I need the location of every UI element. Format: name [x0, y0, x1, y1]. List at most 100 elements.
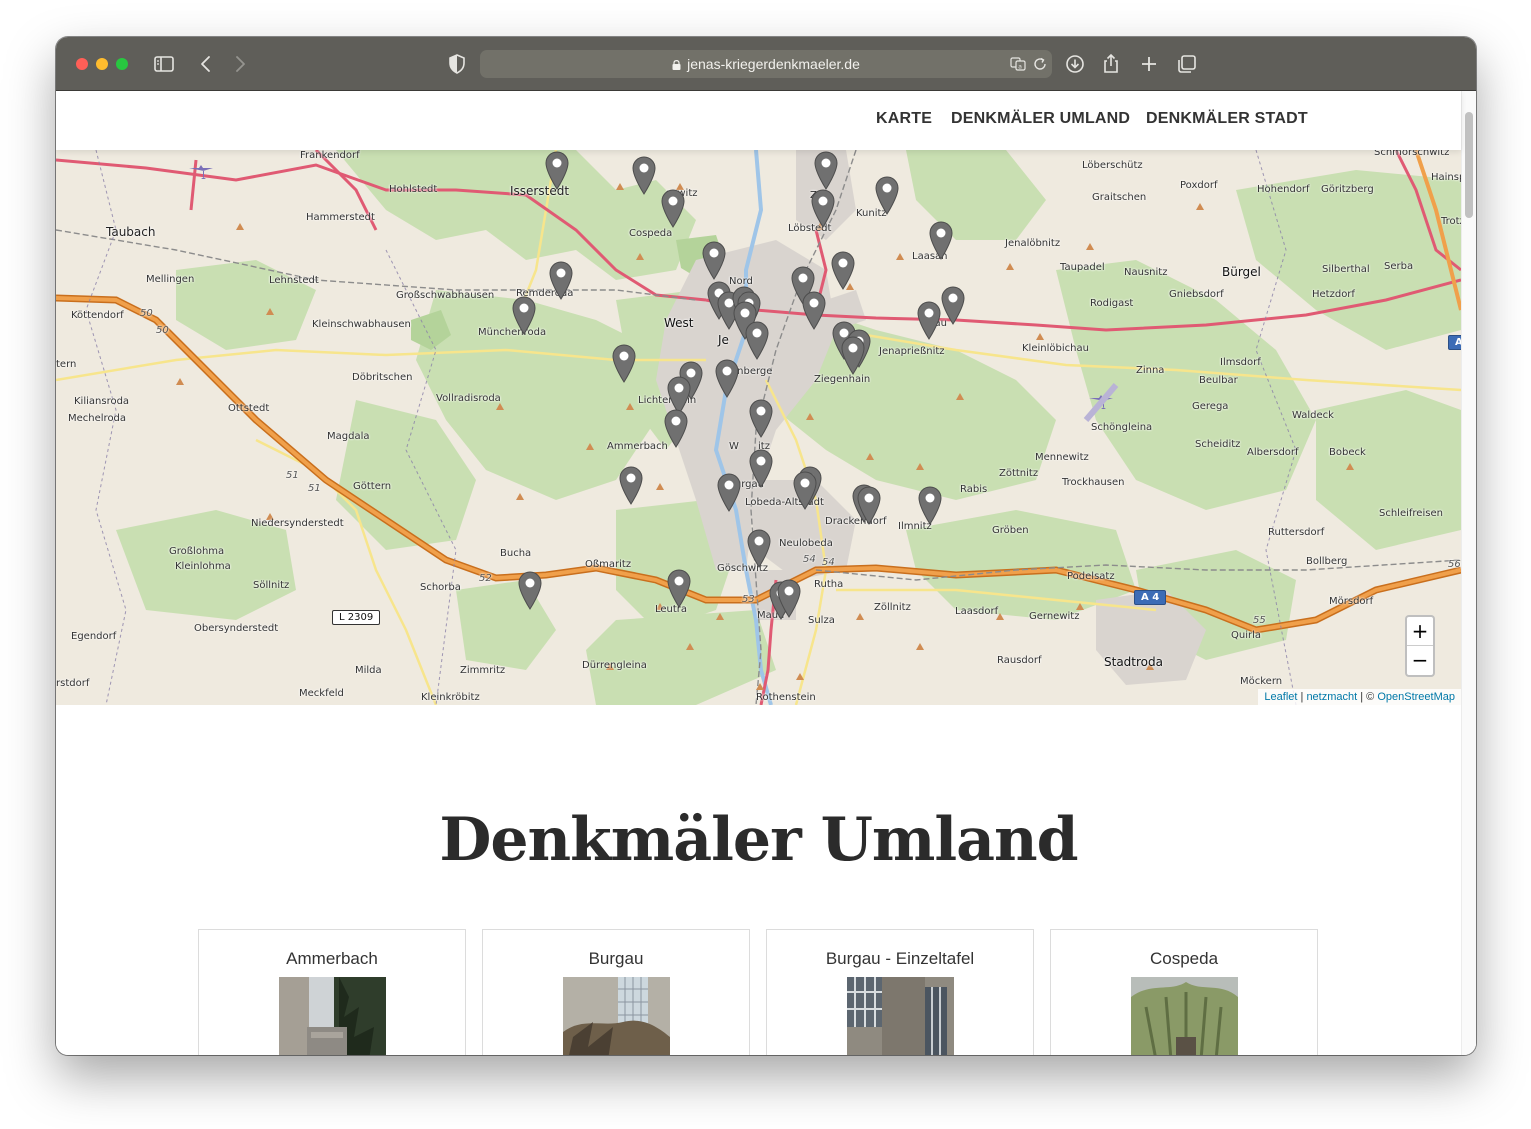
card-title: Burgau	[588, 949, 644, 968]
memorial-marker[interactable]	[701, 240, 727, 280]
zoom-out-button[interactable]: −	[1407, 646, 1433, 675]
memorial-marker[interactable]	[716, 472, 742, 512]
new-tab-icon[interactable]	[1137, 52, 1161, 76]
close-window-button[interactable]	[76, 58, 88, 70]
map-label: Nausnitz	[1124, 267, 1168, 278]
forward-icon[interactable]	[228, 52, 252, 76]
exit-number: 54	[822, 557, 835, 568]
memorial-marker[interactable]	[746, 528, 772, 568]
memorial-marker[interactable]	[517, 570, 543, 610]
translate-icon[interactable]: a	[1010, 56, 1026, 72]
memorial-marker[interactable]	[511, 295, 537, 335]
map-label: Poxdorf	[1180, 180, 1218, 191]
scrollbar-thumb[interactable]	[1465, 112, 1473, 218]
map-label: Albersdorf	[1247, 447, 1299, 458]
map-label: Hammerstedt	[306, 212, 375, 223]
card-thumbnail[interactable]	[847, 977, 954, 1055]
memorial-marker[interactable]	[714, 358, 740, 398]
memorial-marker[interactable]	[856, 485, 882, 525]
netzmacht-link[interactable]: netzmacht	[1306, 691, 1357, 703]
screen: jenas-kriegerdenkmaeler.de a KARTE DENKM…	[0, 0, 1531, 1129]
memorial-marker[interactable]	[928, 220, 954, 260]
memorial-marker[interactable]	[611, 343, 637, 383]
memorial-marker[interactable]	[660, 188, 686, 228]
share-icon[interactable]	[1099, 52, 1123, 76]
exit-number: 50	[140, 308, 153, 319]
map-label: Oßmaritz	[585, 559, 632, 570]
map-label: Göritzberg	[1321, 184, 1374, 195]
memorial-marker[interactable]	[813, 150, 839, 190]
map-label: Trockhausen	[1062, 477, 1125, 488]
memorial-marker[interactable]	[916, 300, 942, 340]
memorial-marker[interactable]	[618, 465, 644, 505]
memorial-marker[interactable]	[840, 335, 866, 375]
downloads-icon[interactable]	[1063, 52, 1087, 76]
map-label: Kiliansroda	[74, 396, 130, 407]
map-label: Rodigast	[1090, 298, 1134, 309]
memorial-card[interactable]: Cospeda	[1050, 929, 1318, 1055]
map-label: Graitschen	[1092, 192, 1147, 203]
nav-item-karte[interactable]: KARTE	[876, 110, 932, 128]
nav-item-denkmaeler-stadt[interactable]: DENKMÄLER STADT	[1146, 110, 1308, 128]
reload-icon[interactable]	[1032, 56, 1048, 72]
tab-overview-icon[interactable]	[1175, 52, 1199, 76]
privacy-shield-icon[interactable]	[445, 52, 469, 76]
memorial-card[interactable]: Ammerbach	[198, 929, 466, 1055]
memorial-marker[interactable]	[874, 175, 900, 215]
map-label: Köttendorf	[71, 310, 124, 321]
map-label: Hohendorf	[1257, 184, 1310, 195]
memorial-marker[interactable]	[748, 398, 774, 438]
leaflet-map[interactable]: Frankendorf Hohlstedt Isserstedt sewitz …	[56, 150, 1461, 705]
map-label: Zimmritz	[460, 665, 506, 676]
site-navigation: KARTE DENKMÄLER UMLAND DENKMÄLER STADT	[56, 91, 1461, 150]
memorial-marker[interactable]	[748, 448, 774, 488]
page-scrollbar[interactable]	[1461, 91, 1476, 1055]
map-label: Gerega	[1192, 401, 1229, 412]
zoom-window-button[interactable]	[116, 58, 128, 70]
memorial-marker[interactable]	[830, 250, 856, 290]
road-shield: L 2309	[332, 610, 381, 625]
card-thumbnail[interactable]	[1131, 977, 1238, 1055]
map-label: Dürrengleina	[582, 660, 647, 671]
exit-number: 54	[803, 554, 816, 565]
sidebar-icon[interactable]	[152, 52, 176, 76]
map-label: Ruttersdorf	[1268, 527, 1325, 538]
memorial-marker[interactable]	[663, 408, 689, 448]
map-label: Döbritschen	[352, 372, 413, 383]
back-icon[interactable]	[194, 52, 218, 76]
memorial-marker[interactable]	[776, 578, 802, 618]
memorial-marker[interactable]	[744, 320, 770, 360]
map-label: Waldeck	[1292, 410, 1334, 421]
memorial-marker[interactable]	[544, 150, 570, 190]
memorial-marker[interactable]	[548, 260, 574, 300]
map-label: Niedersynderstedt	[251, 518, 344, 529]
memorial-marker[interactable]	[631, 155, 657, 195]
memorial-marker[interactable]	[801, 290, 827, 330]
attribution-separator: | ©	[1360, 691, 1375, 703]
map-label: Je	[718, 333, 729, 347]
map-label: Magdala	[327, 431, 370, 442]
memorial-marker[interactable]	[917, 485, 943, 525]
address-bar[interactable]: jenas-kriegerdenkmaeler.de a	[480, 50, 1052, 78]
map-label: rstdorf	[56, 678, 90, 689]
card-thumbnail[interactable]	[279, 977, 386, 1055]
memorial-marker[interactable]	[792, 470, 818, 510]
nav-item-denkmaeler-umland[interactable]: DENKMÄLER UMLAND	[951, 110, 1130, 128]
map-label: Großlohma	[169, 546, 225, 557]
map-label: Löberschütz	[1082, 160, 1143, 171]
map-label: Zinna	[1136, 365, 1165, 376]
map-label: Serba	[1384, 261, 1414, 272]
memorial-marker[interactable]	[810, 188, 836, 228]
zoom-in-button[interactable]: +	[1407, 617, 1433, 646]
memorial-marker[interactable]	[940, 285, 966, 325]
leaflet-link[interactable]: Leaflet	[1264, 691, 1297, 703]
card-thumbnail[interactable]	[563, 977, 670, 1055]
exit-number: 55	[1253, 615, 1266, 626]
attribution-separator: |	[1300, 691, 1304, 703]
openstreetmap-link[interactable]: OpenStreetMap	[1377, 691, 1455, 703]
map-label: Hohlstedt	[389, 184, 438, 195]
memorial-card[interactable]: Burgau	[482, 929, 750, 1055]
minimize-window-button[interactable]	[96, 58, 108, 70]
memorial-marker[interactable]	[666, 568, 692, 608]
memorial-card[interactable]: Burgau - Einzeltafel	[766, 929, 1034, 1055]
